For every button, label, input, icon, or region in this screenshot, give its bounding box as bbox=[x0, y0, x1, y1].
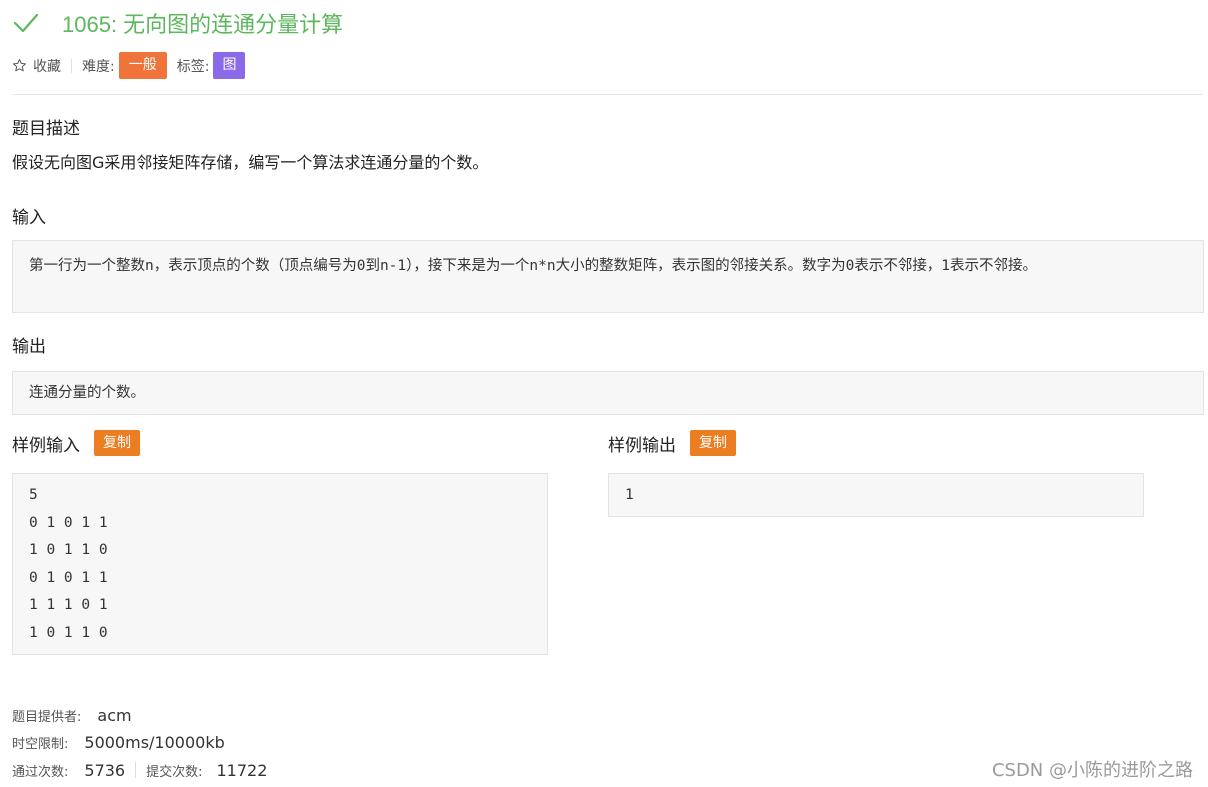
sample-input-line: 1 0 1 1 0 bbox=[29, 542, 108, 558]
tags-label: 标签: bbox=[176, 58, 210, 75]
sample-input-line: 1 0 1 1 0 bbox=[29, 624, 108, 641]
accepted-value: 5736 bbox=[84, 760, 126, 780]
meta-divider bbox=[71, 58, 72, 73]
tag-badge[interactable]: 图 bbox=[213, 52, 246, 79]
description-text: 假设无向图G采用邻接矩阵存储，编写一个算法求连通分量的个数。 bbox=[12, 153, 489, 172]
star-outline-icon bbox=[13, 59, 26, 72]
favorite-label: 收藏 bbox=[33, 58, 61, 75]
submitted-value: 11722 bbox=[216, 760, 268, 780]
sample-input-header: 样例输入 复制 bbox=[12, 430, 140, 456]
accepted-label: 通过次数: bbox=[12, 764, 69, 780]
provider-label: 题目提供者: bbox=[12, 709, 82, 725]
csdn-watermark: CSDN @小陈的进阶之路 bbox=[991, 760, 1193, 781]
limit-row: 时空限制: 5000ms/10000kb bbox=[12, 731, 225, 753]
provider-value: acm bbox=[97, 705, 132, 725]
difficulty-label: 难度: bbox=[82, 58, 115, 75]
stats-row: 通过次数: 5736 提交次数: 11722 bbox=[12, 759, 267, 781]
sample-output-title: 样例输出 bbox=[608, 435, 676, 456]
sample-input-line: 0 1 0 1 1 bbox=[29, 514, 108, 531]
difficulty-badge[interactable]: 一般 bbox=[118, 52, 167, 79]
sample-output-box[interactable]: 1 bbox=[608, 473, 1144, 517]
output-description-box: 连通分量的个数。 bbox=[12, 371, 1204, 415]
copy-sample-output-button[interactable]: 复制 bbox=[690, 430, 736, 456]
sample-input-line: 5 bbox=[29, 487, 38, 503]
input-title: 输入 bbox=[12, 208, 46, 228]
sample-input-box[interactable]: 5 0 1 0 1 1 1 0 1 1 0 0 1 0 1 1 1 1 1 0 … bbox=[12, 473, 548, 655]
sample-input-line: 1 1 1 0 1 bbox=[29, 597, 108, 613]
copy-sample-input-button[interactable]: 复制 bbox=[94, 430, 140, 456]
provider-row: 题目提供者: acm bbox=[12, 704, 132, 726]
sample-output-header: 样例输出 复制 bbox=[608, 430, 736, 456]
submitted-label: 提交次数: bbox=[146, 764, 203, 780]
output-title: 输出 bbox=[12, 337, 46, 357]
problem-meta: 收藏 难度: 一般 标签: 图 bbox=[12, 52, 246, 79]
header-divider bbox=[12, 94, 1203, 95]
input-description-box: 第一行为一个整数n，表示顶点的个数（顶点编号为0到n-1），接下来是为一个n*n… bbox=[12, 240, 1204, 313]
limit-value: 5000ms/10000kb bbox=[84, 732, 225, 752]
sample-input-title: 样例输入 bbox=[12, 435, 80, 456]
problem-header: 1065: 无向图的连通分量计算 bbox=[12, 6, 343, 40]
stats-divider bbox=[135, 762, 137, 778]
sample-output-line: 1 bbox=[625, 487, 634, 503]
limit-label: 时空限制: bbox=[12, 736, 69, 752]
description-title: 题目描述 bbox=[12, 119, 80, 139]
favorite-button[interactable]: 收藏 bbox=[12, 56, 61, 76]
sample-input-line: 0 1 0 1 1 bbox=[29, 569, 108, 586]
check-icon bbox=[13, 13, 39, 33]
problem-title: 1065: 无向图的连通分量计算 bbox=[62, 12, 344, 37]
